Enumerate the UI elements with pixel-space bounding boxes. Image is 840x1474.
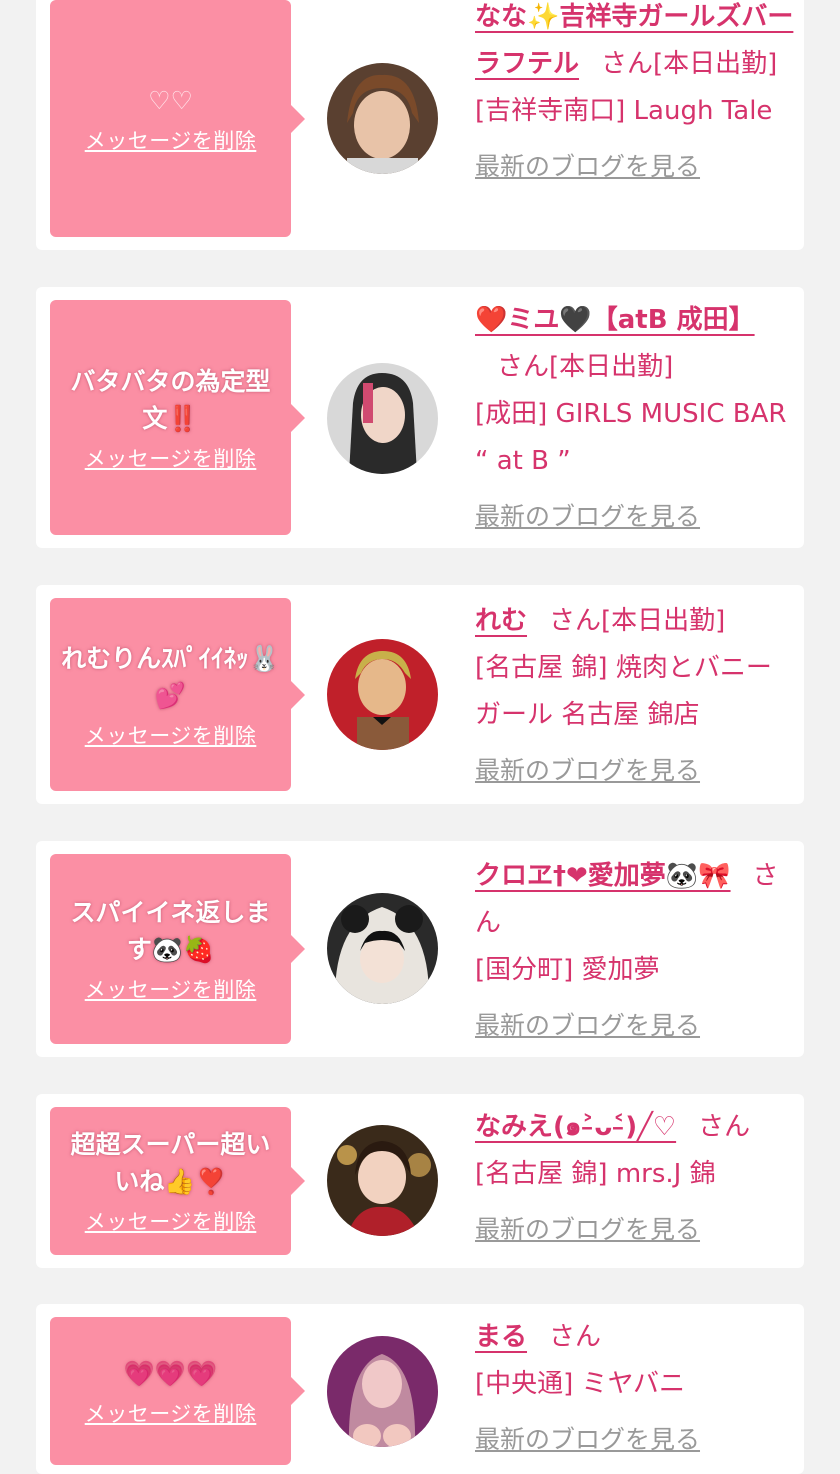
cast-name-link[interactable]: クロヱ†❤愛加夢🐼🎀 — [475, 861, 731, 891]
message-bubble: ♡♡ メッセージを削除 — [50, 0, 305, 237]
message-card: スパイイネ返します🐼🍓 メッセージを削除 クロヱ†❤愛加夢🐼🎀 さん [国分町] … — [36, 841, 804, 1057]
avatar[interactable] — [327, 1336, 438, 1447]
honorific: さん — [549, 606, 602, 636]
cast-info: クロヱ†❤愛加夢🐼🎀 さん [国分町] 愛加夢 最新のブログを見る — [475, 853, 795, 1050]
message-bubble: 超超スーパー超いいね👍❣️ メッセージを削除 — [50, 1107, 305, 1255]
message-card: バタバタの為定型文‼️ メッセージを削除 ❤️ミユ🖤【atB 成田】さん[本日出… — [36, 287, 804, 548]
cast-name-link[interactable]: れむ — [475, 606, 527, 636]
delete-message-link[interactable]: メッセージを削除 — [85, 125, 257, 155]
cast-name-link[interactable]: ❤️ミユ🖤【atB 成田】 — [475, 305, 755, 335]
latest-blog-link[interactable]: 最新のブログを見る — [475, 143, 700, 190]
message-text: スパイイネ返します🐼🍓 — [70, 898, 271, 964]
delete-message-link[interactable]: メッセージを削除 — [85, 1206, 257, 1236]
shop-text: [国分町] 愛加夢 — [475, 955, 660, 985]
shop-text: [吉祥寺南口] Laugh Tale — [475, 96, 773, 126]
avatar[interactable] — [327, 639, 438, 750]
message-text: 超超スーパー超いいね👍❣️ — [70, 1130, 271, 1196]
message-text: 💗💗💗 — [123, 1358, 218, 1388]
status-text: [本日出勤] — [549, 352, 674, 382]
avatar[interactable] — [327, 63, 438, 174]
avatar[interactable] — [327, 363, 438, 474]
cast-info: ❤️ミユ🖤【atB 成田】さん[本日出勤] [成田] GIRLS MUSIC B… — [475, 297, 795, 541]
cast-info: なみえ(๑˃̵ᴗ˂̵)╱♡ さん [名古屋 錦] mrs.J 錦 最新のブログを見… — [475, 1104, 795, 1254]
message-bubble: スパイイネ返します🐼🍓 メッセージを削除 — [50, 854, 305, 1044]
status-text: [本日出勤] — [601, 606, 726, 636]
honorific: さん — [698, 1112, 751, 1142]
message-card: ♡♡ メッセージを削除 なな✨吉祥寺ガールズバーラフテル さん[本日出勤] [吉祥… — [36, 0, 804, 250]
cast-name-link[interactable]: まる — [475, 1322, 527, 1352]
shop-text: [名古屋 錦] mrs.J 錦 — [475, 1159, 716, 1189]
honorific: さん — [601, 49, 654, 79]
cast-name-link[interactable]: なみえ(๑˃̵ᴗ˂̵)╱♡ — [475, 1112, 676, 1142]
cast-info: まる さん [中央通] ミヤバニ 最新のブログを見る — [475, 1314, 795, 1464]
latest-blog-link[interactable]: 最新のブログを見る — [475, 1206, 700, 1253]
avatar[interactable] — [327, 893, 438, 1004]
delete-message-link[interactable]: メッセージを削除 — [85, 1398, 257, 1428]
message-bubble: バタバタの為定型文‼️ メッセージを削除 — [50, 300, 305, 535]
message-text: ♡♡ — [148, 86, 193, 115]
cast-info: れむ さん[本日出勤] [名古屋 錦] 焼肉とバニーガール 名古屋 錦店 最新のブ… — [475, 598, 795, 795]
shop-text: [名古屋 錦] 焼肉とバニーガール 名古屋 錦店 — [475, 653, 772, 730]
message-text: バタバタの為定型文‼️ — [70, 366, 271, 433]
status-text: [本日出勤] — [653, 49, 778, 79]
latest-blog-link[interactable]: 最新のブログを見る — [475, 1416, 700, 1463]
message-bubble: 💗💗💗 メッセージを削除 — [50, 1317, 305, 1465]
delete-message-link[interactable]: メッセージを削除 — [85, 720, 257, 750]
shop-text: [中央通] ミヤバニ — [475, 1369, 686, 1399]
message-card: 💗💗💗 メッセージを削除 まる さん [中央通] ミヤバニ 最新のブログを見る — [36, 1304, 804, 1474]
honorific: さん — [497, 352, 550, 382]
cast-info: なな✨吉祥寺ガールズバーラフテル さん[本日出勤] [吉祥寺南口] Laugh T… — [475, 0, 795, 191]
latest-blog-link[interactable]: 最新のブログを見る — [475, 1002, 700, 1049]
message-card: れむりんｽﾊﾟｲｲﾈｯ🐰💕 メッセージを削除 れむ さん[本日出勤] [名古屋 錦… — [36, 585, 804, 804]
latest-blog-link[interactable]: 最新のブログを見る — [475, 493, 700, 540]
message-card: 超超スーパー超いいね👍❣️ メッセージを削除 なみえ(๑˃̵ᴗ˂̵)╱♡ さん [… — [36, 1094, 804, 1268]
shop-text: [成田] GIRLS MUSIC BAR “ at B ” — [475, 399, 787, 476]
delete-message-link[interactable]: メッセージを削除 — [85, 443, 257, 473]
delete-message-link[interactable]: メッセージを削除 — [85, 974, 257, 1004]
avatar[interactable] — [327, 1125, 438, 1236]
message-text: れむりんｽﾊﾟｲｲﾈｯ🐰💕 — [61, 643, 280, 710]
honorific: さん — [549, 1322, 602, 1352]
message-bubble: れむりんｽﾊﾟｲｲﾈｯ🐰💕 メッセージを削除 — [50, 598, 305, 791]
latest-blog-link[interactable]: 最新のブログを見る — [475, 747, 700, 794]
